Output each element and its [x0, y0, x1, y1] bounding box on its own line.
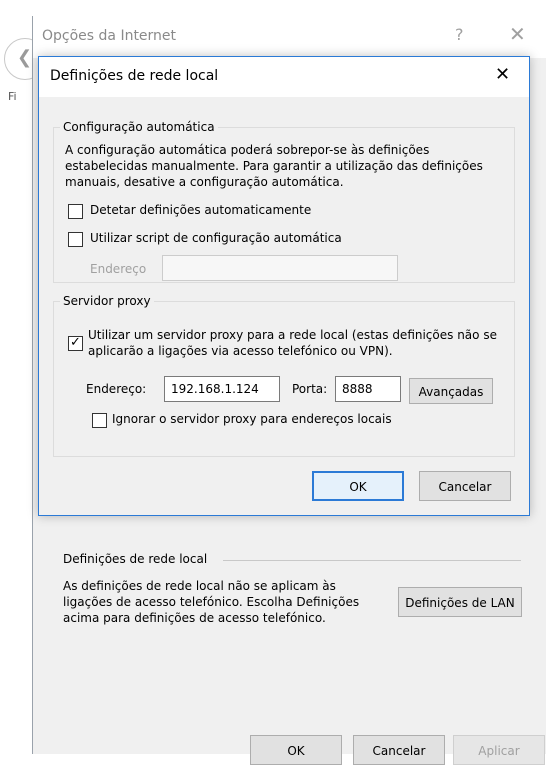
outer-titlebar: Opções da Internet ?	[33, 16, 546, 58]
dialog-cancel-button[interactable]: Cancelar	[419, 471, 511, 501]
auto-config-script-label[interactable]: Utilizar script de configuração automáti…	[90, 231, 342, 245]
script-address-field[interactable]	[162, 255, 398, 281]
outer-apply-button[interactable]: Aplicar	[453, 735, 545, 765]
bypass-local-checkbox[interactable]	[92, 413, 107, 428]
use-proxy-label[interactable]: Utilizar um servidor proxy para a rede l…	[88, 327, 508, 359]
dialog-title: Definições de rede local	[50, 68, 219, 84]
proxy-port-label: Porta:	[292, 382, 328, 396]
proxy-address-label: Endereço:	[86, 382, 147, 396]
dialog-ok-button[interactable]: OK	[312, 471, 404, 501]
outer-cancel-button[interactable]: Cancelar	[353, 735, 445, 765]
chevron-left-icon: ❮	[17, 47, 33, 68]
detect-settings-checkbox[interactable]	[68, 204, 83, 219]
lan-settings-button[interactable]: Definições de LAN	[398, 587, 522, 617]
script-address-label: Endereço	[90, 262, 147, 276]
outer-ok-button[interactable]: OK	[250, 735, 342, 765]
auto-config-group: Configuração automática A configuração a…	[53, 120, 515, 283]
dialog-titlebar: Definições de rede local	[39, 57, 529, 97]
advanced-button[interactable]: Avançadas	[409, 378, 493, 404]
auto-config-script-checkbox[interactable]	[68, 232, 83, 247]
lan-section-divider	[223, 560, 521, 561]
background-menu-text: Fi	[8, 90, 17, 103]
proxy-legend: Servidor proxy	[60, 294, 154, 308]
detect-settings-label[interactable]: Detetar definições automaticamente	[90, 203, 311, 217]
use-proxy-checkbox[interactable]	[68, 335, 83, 351]
proxy-group: Servidor proxy Utilizar um servidor prox…	[53, 294, 515, 457]
proxy-port-field[interactable]: 8888	[335, 376, 401, 402]
close-icon[interactable]	[495, 64, 510, 85]
auto-config-description: A configuração automática poderá sobrepo…	[65, 143, 483, 189]
bypass-local-label[interactable]: Ignorar o servidor proxy para endereços …	[112, 412, 392, 426]
help-button[interactable]: ?	[455, 25, 464, 44]
lan-settings-dialog: Definições de rede local Configuração au…	[38, 56, 530, 516]
lan-section-description: As definições de rede local não se aplic…	[63, 579, 360, 625]
auto-config-legend: Configuração automática	[60, 120, 218, 134]
proxy-address-field[interactable]: 192.168.1.124	[164, 376, 280, 402]
lan-section-legend: Definições de rede local	[63, 552, 212, 566]
outer-close-icon[interactable]	[509, 22, 526, 46]
outer-window-title: Opções da Internet	[42, 28, 177, 44]
